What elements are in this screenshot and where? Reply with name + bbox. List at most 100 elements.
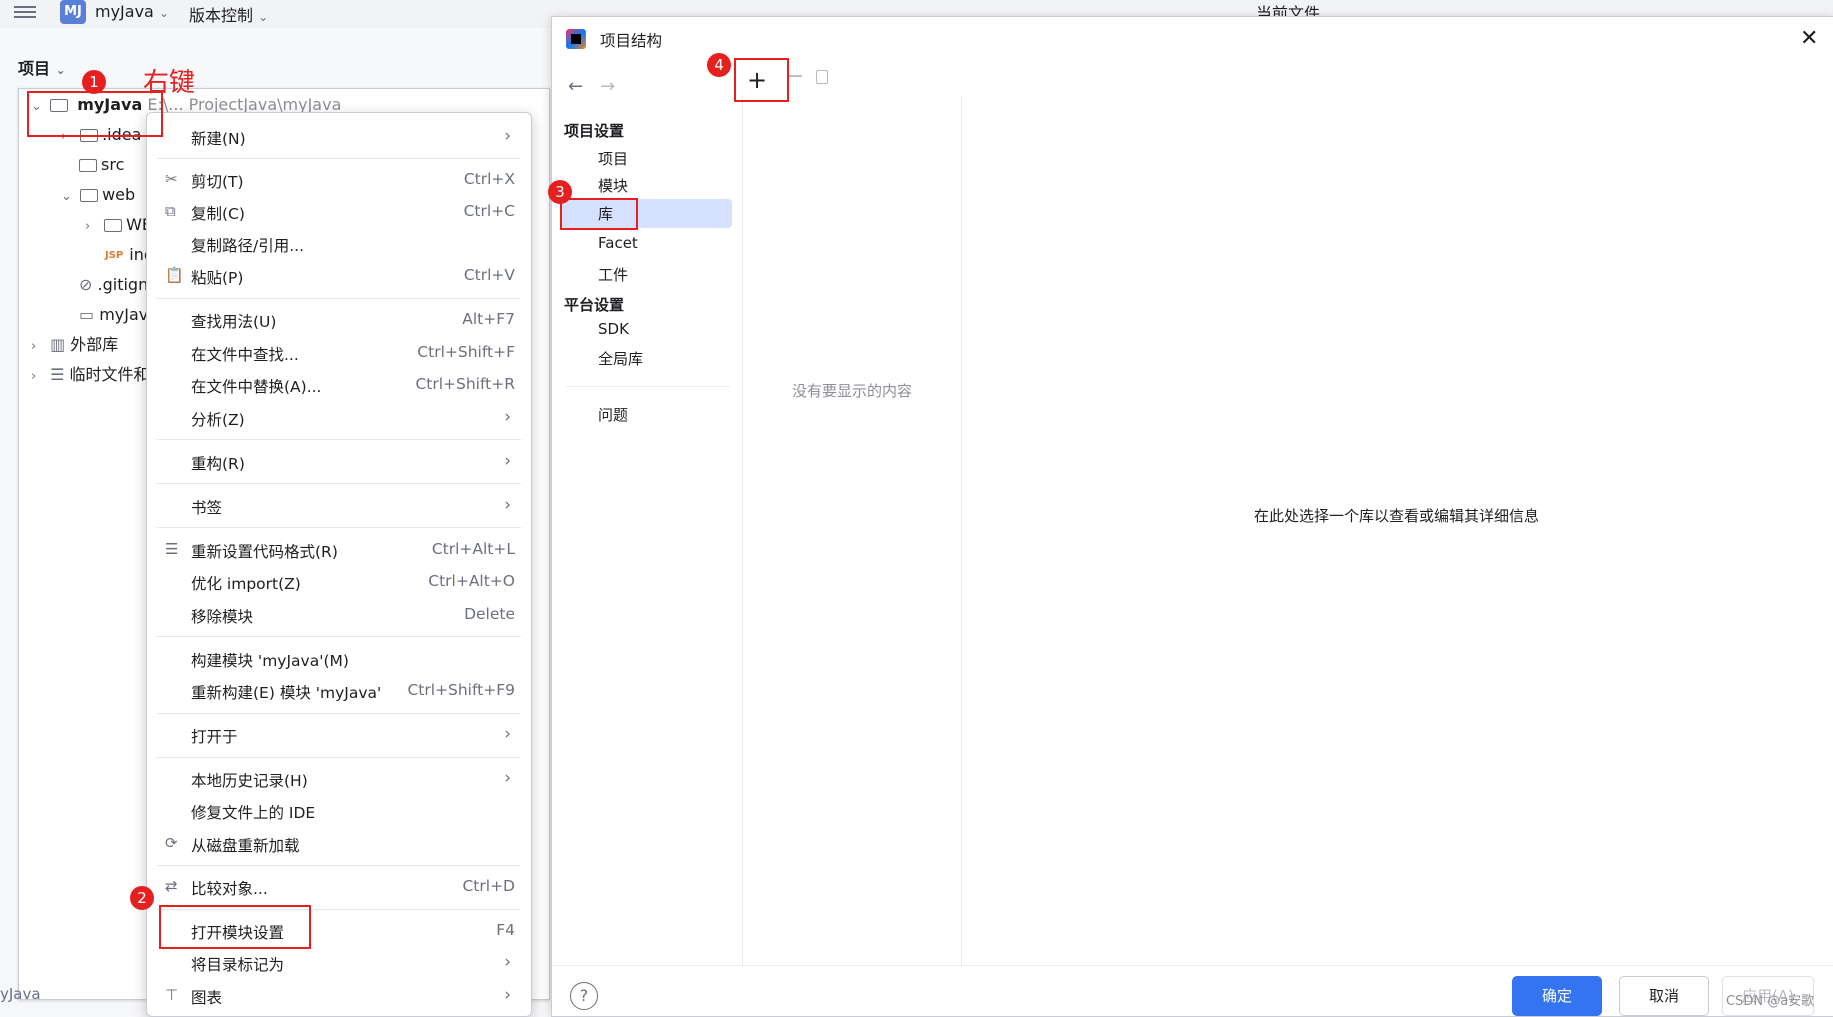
copy-icon[interactable] — [816, 70, 828, 84]
close-icon[interactable]: ✕ — [1800, 26, 1818, 51]
cancel-button[interactable]: 取消 — [1619, 976, 1709, 1016]
project-avatar-icon: MJ — [60, 0, 86, 24]
menu-item-analyze[interactable]: 分析(Z) › — [147, 403, 531, 433]
menu-item-compare-with[interactable]: ⇄ 比较对象... Ctrl+D — [147, 872, 531, 902]
section-project-settings: 项目设置 — [564, 122, 625, 140]
menu-label: 比较对象... — [191, 880, 268, 898]
sidebar-item-problems[interactable]: 问题 — [598, 404, 628, 425]
menu-item-remove-module[interactable]: 移除模块 Delete — [147, 600, 531, 630]
ok-button[interactable]: 确定 — [1512, 976, 1602, 1016]
annotation-badge-2: 2 — [130, 886, 154, 910]
divider — [157, 636, 521, 637]
menu-item-reload-from-disk[interactable]: ⟳ 从磁盘重新加载 — [147, 829, 531, 859]
tree-item-web[interactable]: ⌄ web — [61, 183, 135, 207]
menu-label: 移除模块 — [191, 608, 254, 626]
sidebar-item-global-libraries[interactable]: 全局库 — [598, 348, 643, 369]
chevron-right-icon: › — [31, 369, 37, 384]
chevron-right-icon: › — [504, 495, 511, 515]
annotation-box-libraries — [560, 198, 638, 230]
main-menu-icon[interactable] — [14, 3, 36, 23]
watermark: CSDN @a安歌 — [1726, 994, 1815, 1009]
annotation-box-add — [734, 58, 789, 102]
menu-label: 本地历史记录(H) — [191, 772, 308, 790]
chevron-down-icon: ⌄ — [55, 63, 66, 77]
menu-item-mark-directory-as[interactable]: 将目录标记为 › — [147, 948, 531, 978]
details-placeholder-text: 在此处选择一个库以查看或编辑其详细信息 — [1254, 507, 1540, 525]
sidebar-item-project[interactable]: 项目 — [598, 148, 628, 169]
forward-arrow-icon[interactable]: → — [600, 76, 615, 97]
menu-item-open-in[interactable]: 打开于 › — [147, 720, 531, 750]
menu-label: 图表 — [191, 989, 223, 1007]
sidebar-item-artifacts[interactable]: 工件 — [598, 264, 628, 285]
project-switcher[interactable]: myJava ⌄ — [95, 2, 169, 21]
chevron-right-icon: › — [504, 952, 511, 972]
chevron-right-icon: › — [504, 985, 511, 1005]
menu-label: 在文件中查找... — [191, 346, 299, 364]
menu-item-optimize-imports[interactable]: 优化 import(Z) Ctrl+Alt+O — [147, 567, 531, 597]
chevron-right-icon: › — [31, 339, 37, 354]
clipboard-icon: 📋 — [165, 266, 184, 284]
compare-icon: ⇄ — [165, 877, 178, 895]
vcs-label: 版本控制 — [189, 6, 254, 25]
menu-item-replace-in-files[interactable]: 在文件中替换(A)... Ctrl+Shift+R — [147, 370, 531, 400]
menu-shortcut: Ctrl+Shift+F — [417, 343, 515, 361]
menu-item-refactor[interactable]: 重构(R) › — [147, 447, 531, 477]
menu-item-build-module[interactable]: 构建模块 'myJava'(M) — [147, 644, 531, 674]
menu-label: 修复文件上的 IDE — [191, 804, 316, 822]
reformat-icon: ☰ — [165, 540, 179, 558]
menu-label: 分析(Z) — [191, 411, 245, 429]
chevron-right-icon: › — [504, 407, 511, 427]
menu-shortcut: Ctrl+C — [463, 202, 515, 220]
divider — [552, 965, 1833, 966]
menu-label: 优化 import(Z) — [191, 575, 301, 593]
menu-shortcut: Ctrl+D — [462, 877, 515, 895]
annotation-badge-4: 4 — [707, 53, 731, 77]
menu-item-copy-path[interactable]: 复制路径/引用... — [147, 229, 531, 259]
annotation-badge-1: 1 — [82, 70, 106, 94]
project-panel-title[interactable]: 项目 ⌄ — [18, 55, 66, 79]
menu-item-diagrams[interactable]: ⊤ 图表 › — [147, 981, 531, 1011]
tree-label: src — [101, 155, 125, 174]
empty-list-text: 没有要显示的内容 — [792, 382, 913, 400]
tree-item-external-libs[interactable]: › ▥ 外部库 — [31, 333, 118, 357]
diagram-icon: ⊤ — [165, 986, 179, 1004]
menu-shortcut: Delete — [464, 605, 515, 623]
menu-shortcut: Ctrl+Shift+F9 — [407, 681, 515, 699]
scissors-icon: ✂ — [165, 170, 178, 188]
menu-item-find-usages[interactable]: 查找用法(U) Alt+F7 — [147, 305, 531, 335]
tree-item-src[interactable]: src — [79, 153, 124, 177]
divider — [961, 96, 962, 966]
menu-item-copy[interactable]: ⧉ 复制(C) Ctrl+C — [147, 197, 531, 227]
context-menu: 新建(N) › ✂ 剪切(T) Ctrl+X ⧉ 复制(C) Ctrl+C 复制路径/引用… — [146, 112, 532, 1017]
sidebar-item-sdk[interactable]: SDK — [598, 320, 629, 338]
help-icon[interactable]: ? — [570, 982, 598, 1010]
menu-item-bookmarks[interactable]: 书签 › — [147, 491, 531, 521]
web-folder-icon — [80, 189, 99, 202]
sidebar-item-facets[interactable]: Facet — [598, 234, 638, 252]
menu-label: 复制(C) — [191, 205, 245, 223]
menu-item-find-in-files[interactable]: 在文件中查找... Ctrl+Shift+F — [147, 338, 531, 368]
divider — [157, 298, 521, 299]
chevron-right-icon: › — [504, 126, 511, 146]
menu-item-reformat-code[interactable]: ☰ 重新设置代码格式(R) Ctrl+Alt+L — [147, 535, 531, 565]
chevron-right-icon: › — [504, 451, 511, 471]
back-arrow-icon[interactable]: ← — [568, 76, 583, 97]
menu-item-rebuild-module[interactable]: 重新构建(E) 模块 'myJava' Ctrl+Shift+F9 — [147, 676, 531, 706]
menu-label: 重构(R) — [191, 455, 245, 473]
sidebar-item-modules[interactable]: 模块 — [598, 175, 628, 196]
menu-label: 复制路径/引用... — [191, 237, 305, 255]
annotation-badge-3: 3 — [548, 180, 572, 204]
menu-label: 剪切(T) — [191, 173, 244, 191]
annotation-right-click-text: 右键 — [143, 68, 196, 98]
annotation-box-module-settings — [159, 905, 311, 949]
divider — [157, 757, 521, 758]
folder-icon — [104, 219, 123, 232]
menu-item-paste[interactable]: 📋 粘贴(P) Ctrl+V — [147, 261, 531, 291]
menu-item-new[interactable]: 新建(N) › — [147, 122, 531, 152]
vcs-menu[interactable]: 版本控制 ⌄ — [189, 2, 268, 26]
menu-item-local-history[interactable]: 本地历史记录(H) › — [147, 764, 531, 794]
menu-label: 将目录标记为 — [191, 956, 285, 974]
dialog-title: 项目结构 — [600, 32, 663, 50]
menu-item-cut[interactable]: ✂ 剪切(T) Ctrl+X — [147, 165, 531, 195]
menu-item-repair-ide[interactable]: 修复文件上的 IDE — [147, 796, 531, 826]
